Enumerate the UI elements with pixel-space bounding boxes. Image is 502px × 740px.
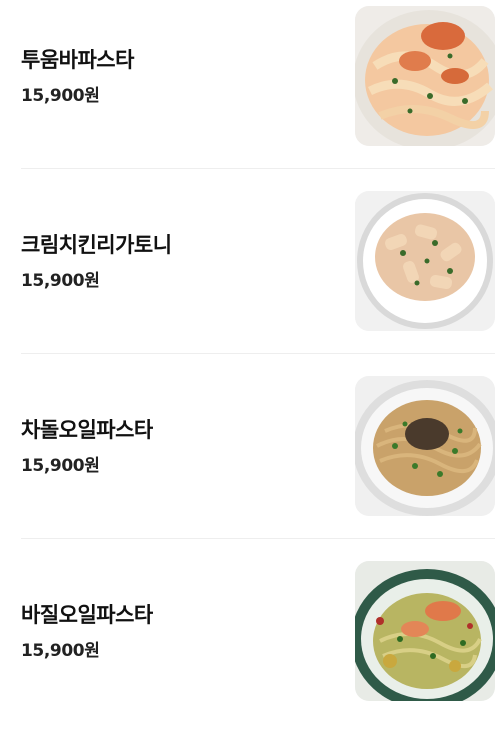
- menu-list: 투움바파스타 15,900원 크림치킨리가토니 15,900원 차돌오일파스타 …: [0, 0, 502, 701]
- pasta-photo-icon: [355, 561, 495, 701]
- menu-item-price: 15,900원: [21, 86, 100, 106]
- menu-item-price: 15,900원: [21, 456, 100, 476]
- menu-item-name: 바질오일파스타: [21, 603, 153, 627]
- menu-item-photo: [355, 561, 495, 701]
- menu-item-cream-chicken-rigatoni[interactable]: 크림치킨리가토니 15,900원: [0, 185, 502, 370]
- pasta-photo-icon: [355, 191, 495, 331]
- pasta-photo-icon: [355, 376, 495, 516]
- menu-divider: [21, 353, 495, 354]
- menu-item-name: 차돌오일파스타: [21, 418, 153, 442]
- menu-item-name: 크림치킨리가토니: [21, 233, 172, 257]
- menu-divider: [21, 168, 495, 169]
- menu-item-photo: [355, 376, 495, 516]
- pasta-photo-icon: [355, 6, 495, 146]
- menu-item-price: 15,900원: [21, 641, 100, 661]
- menu-item-toowoomba-pasta[interactable]: 투움바파스타 15,900원: [0, 0, 502, 185]
- menu-item-basil-oil-pasta[interactable]: 바질오일파스타 15,900원: [0, 555, 502, 740]
- menu-divider: [21, 538, 495, 539]
- menu-item-photo: [355, 6, 495, 146]
- menu-item-name: 투움바파스타: [21, 48, 134, 72]
- menu-item-price: 15,900원: [21, 271, 100, 291]
- menu-item-photo: [355, 191, 495, 331]
- menu-item-brisket-oil-pasta[interactable]: 차돌오일파스타 15,900원: [0, 370, 502, 555]
